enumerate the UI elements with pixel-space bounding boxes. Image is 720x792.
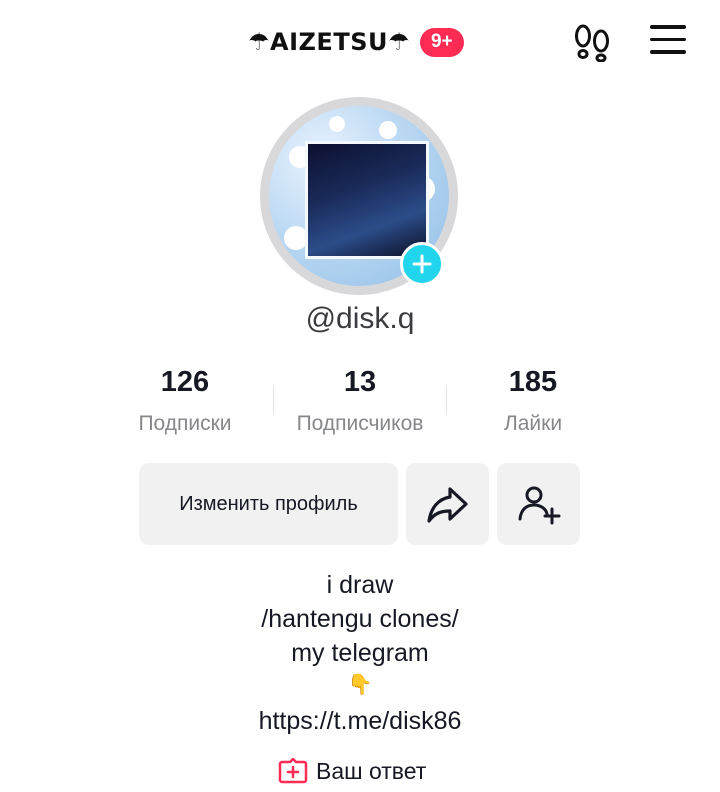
following-stat[interactable]: 126 Подписки — [95, 366, 275, 436]
add-story-button[interactable] — [400, 242, 444, 286]
footprints-icon[interactable] — [572, 22, 614, 63]
likes-label: Лайки — [503, 412, 563, 435]
bio-line: 👇 — [347, 674, 373, 696]
edit-profile-button[interactable]: Изменить профиль — [139, 463, 398, 545]
bio-line: /hantengu clones/ — [261, 605, 459, 633]
share-profile-button[interactable] — [406, 463, 489, 545]
account-name: ☂AIZETSU☂ — [248, 28, 410, 56]
top-bar: ☂AIZETSU☂ 9+ — [0, 0, 720, 84]
notification-badge: 9+ — [419, 27, 464, 57]
add-reply-icon — [278, 758, 308, 784]
following-count: 126 — [160, 366, 210, 398]
bio-line: my telegram — [291, 639, 429, 667]
bio-line: i draw — [326, 571, 394, 599]
followers-count: 13 — [343, 366, 377, 398]
menu-icon[interactable] — [650, 25, 686, 55]
share-arrow-icon — [426, 487, 468, 523]
followers-stat[interactable]: 13 Подписчиков — [270, 366, 450, 436]
likes-stat[interactable]: 185 Лайки — [443, 366, 623, 436]
add-friend-icon — [518, 486, 560, 525]
bio-link[interactable]: https://t.me/disk86 — [0, 707, 720, 736]
reply-button[interactable]: Ваш ответ — [278, 756, 426, 786]
likes-count: 185 — [508, 366, 558, 398]
followers-label: Подписчиков — [296, 412, 424, 435]
plus-icon — [412, 254, 432, 274]
edit-profile-label: Изменить профиль — [179, 492, 358, 515]
reply-label: Ваш ответ — [316, 757, 427, 784]
account-switcher[interactable]: ☂AIZETSU☂ 9+ — [248, 22, 464, 62]
following-label: Подписки — [138, 412, 232, 435]
add-friend-button[interactable] — [497, 463, 580, 545]
username: @disk.q — [305, 302, 415, 335]
